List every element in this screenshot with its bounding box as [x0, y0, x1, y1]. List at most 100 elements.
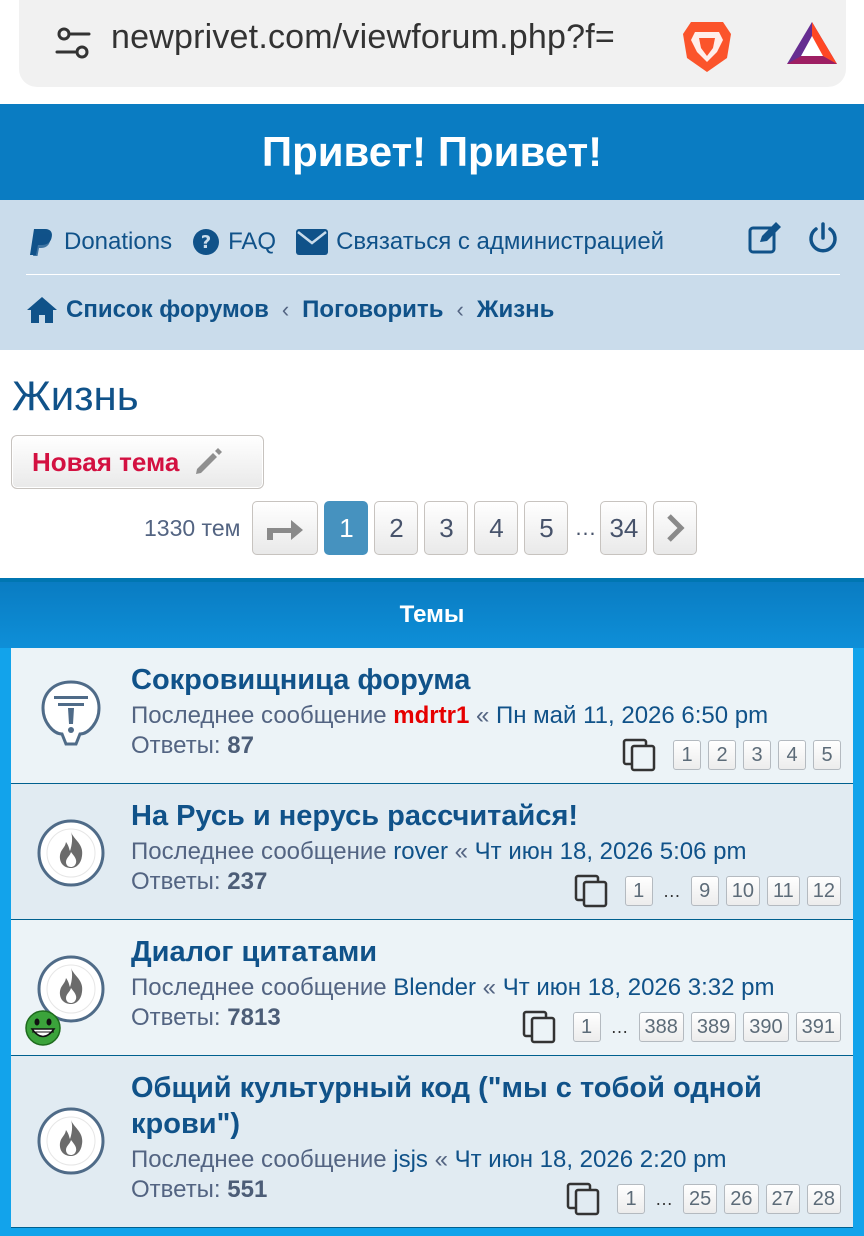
last-post-date[interactable]: Пн май 11, 2026 6:50 pm	[496, 702, 768, 729]
topic-replies: Ответы: 7813	[131, 1004, 281, 1032]
replies-count: 551	[227, 1176, 268, 1203]
pencil-icon	[196, 448, 223, 474]
url-text[interactable]: newprivet.com/viewforum.php?f=	[111, 18, 615, 57]
topics-panel: Темы Сокровищница форума Последнее сообщ…	[0, 578, 864, 1236]
topic-page-button[interactable]: 1	[624, 876, 653, 906]
topic-page-button[interactable]: 27	[765, 1184, 800, 1214]
last-post-author[interactable]: Blender	[393, 974, 476, 1001]
page-3-button[interactable]: 3	[424, 501, 469, 555]
topic-page-button[interactable]: 2	[708, 740, 736, 770]
topic-page-button[interactable]: 1	[673, 740, 701, 770]
pagination-ellipsis: …	[574, 515, 597, 540]
topic-page-button[interactable]: 12	[806, 876, 841, 906]
topic-row[interactable]: На Русь и нерусь рассчитайся! Последнее …	[11, 784, 853, 920]
last-post-date[interactable]: Чт июн 18, 2026 5:06 pm	[475, 838, 747, 865]
topic-title[interactable]: Сокровищница форума	[131, 662, 831, 698]
topic-page-button[interactable]: 5	[813, 740, 841, 770]
topic-title[interactable]: Диалог цитатами	[131, 934, 831, 970]
topic-page-button[interactable]: 1	[572, 1012, 601, 1042]
replies-count: 7813	[227, 1004, 281, 1031]
last-post-label: Последнее сообщение	[131, 838, 387, 865]
topic-page-button[interactable]: 388	[638, 1012, 684, 1042]
breadcrumb-parent[interactable]: Поговорить	[302, 296, 443, 324]
replies-label: Ответы:	[131, 732, 221, 759]
contact-admin-link[interactable]: Связаться с администрацией	[296, 228, 664, 256]
page-2-button[interactable]: 2	[374, 501, 419, 555]
brave-lion-icon[interactable]	[681, 18, 733, 74]
topic-last-post: Последнее сообщение mdrtr1 « Пн май 11, …	[131, 702, 768, 730]
last-post-author[interactable]: rover	[393, 838, 448, 865]
page-last-button[interactable]: 34	[600, 501, 648, 555]
site-title[interactable]: Привет! Привет!	[0, 104, 864, 200]
topic-pages-ellipsis: …	[662, 880, 681, 901]
topic-page-button[interactable]: 25	[683, 1184, 718, 1214]
question-circle-icon: ?	[193, 229, 220, 255]
last-post-author[interactable]: mdrtr1	[393, 702, 469, 729]
power-icon[interactable]	[808, 222, 838, 254]
replies-label: Ответы:	[131, 868, 221, 895]
topic-pagination: 1 … 9 10 11 12	[574, 874, 841, 908]
envelope-icon	[296, 229, 329, 255]
chevron-right-icon	[667, 514, 685, 542]
breadcrumb-separator: ‹	[281, 297, 290, 322]
breadcrumb-home[interactable]: Список форумов	[66, 296, 269, 324]
new-topic-button[interactable]: Новая тема	[11, 435, 264, 489]
bat-triangle-icon[interactable]	[785, 20, 839, 66]
page-5-button[interactable]: 5	[524, 501, 569, 555]
pages-icon	[622, 738, 656, 772]
topic-last-post: Последнее сообщение jsjs « Чт июн 18, 20…	[131, 1146, 726, 1174]
last-post-date[interactable]: Чт июн 18, 2026 2:20 pm	[455, 1146, 727, 1173]
topic-pagination: 1 2 3 4 5	[622, 738, 841, 772]
topic-page-button[interactable]: 10	[725, 876, 760, 906]
site-header: Привет! Привет!	[0, 104, 864, 200]
browser-toolbar: newprivet.com/viewforum.php?f=	[0, 0, 864, 104]
replies-count: 87	[227, 732, 254, 759]
pages-icon	[574, 874, 607, 908]
svg-text:?: ?	[201, 232, 211, 253]
date-prefix: «	[434, 1146, 448, 1173]
faq-link[interactable]: ? FAQ	[192, 228, 276, 256]
jump-to-page-button[interactable]	[252, 501, 319, 555]
topic-page-button[interactable]: 26	[724, 1184, 759, 1214]
topic-page-button[interactable]: 391	[795, 1012, 841, 1042]
new-topic-label: Новая тема	[32, 446, 180, 477]
topic-replies: Ответы: 87	[131, 732, 254, 760]
last-post-date[interactable]: Чт июн 18, 2026 3:32 pm	[503, 974, 775, 1001]
topic-page-button[interactable]: 3	[743, 740, 771, 770]
replies-label: Ответы:	[131, 1004, 221, 1031]
topic-last-post: Последнее сообщение Blender « Чт июн 18,…	[131, 974, 775, 1002]
hot-topic-icon	[37, 819, 105, 887]
topic-page-button[interactable]: 389	[690, 1012, 737, 1042]
quick-links: Donations ? FAQ Связаться с администраци…	[26, 222, 684, 262]
topic-title[interactable]: На Русь и нерусь рассчитайся!	[131, 798, 831, 834]
page-1-button[interactable]: 1	[324, 501, 369, 555]
topic-page-button[interactable]: 11	[766, 876, 800, 906]
page-title[interactable]: Жизнь	[12, 372, 139, 420]
next-page-button[interactable]	[653, 501, 698, 555]
tune-icon[interactable]	[53, 23, 93, 63]
pagination: 1330 тем 1 2 3 4 5 … 34	[144, 500, 703, 556]
announcement-icon	[41, 680, 101, 746]
faq-label: FAQ	[228, 228, 277, 255]
donations-link[interactable]: Donations	[26, 227, 172, 257]
topic-row[interactable]: Общий культурный код ("мы с тобой одной …	[11, 1056, 853, 1228]
address-bar[interactable]: newprivet.com/viewforum.php?f=	[19, 0, 846, 87]
topic-page-button[interactable]: 1	[617, 1184, 645, 1214]
grin-smiley-icon	[25, 1010, 61, 1046]
topic-page-button[interactable]: 9	[690, 876, 719, 906]
breadcrumb-current[interactable]: Жизнь	[477, 296, 555, 324]
topic-count: 1330 тем	[144, 514, 241, 541]
topic-row[interactable]: Сокровищница форума Последнее сообщение …	[11, 648, 853, 784]
pages-icon	[566, 1182, 600, 1216]
edit-icon[interactable]	[748, 222, 782, 254]
topic-page-button[interactable]: 390	[743, 1012, 789, 1042]
topic-row[interactable]: Диалог цитатами Последнее сообщение Blen…	[11, 920, 853, 1056]
page-4-button[interactable]: 4	[474, 501, 519, 555]
topic-page-button[interactable]: 4	[778, 740, 806, 770]
topic-pages-ellipsis: …	[655, 1188, 673, 1209]
breadcrumb-separator: ‹	[456, 297, 464, 322]
last-post-author[interactable]: jsjs	[393, 1146, 428, 1173]
topic-page-button[interactable]: 28	[806, 1184, 841, 1214]
topic-title[interactable]: Общий культурный код ("мы с тобой одной …	[131, 1070, 831, 1142]
donations-label: Donations	[64, 228, 173, 255]
